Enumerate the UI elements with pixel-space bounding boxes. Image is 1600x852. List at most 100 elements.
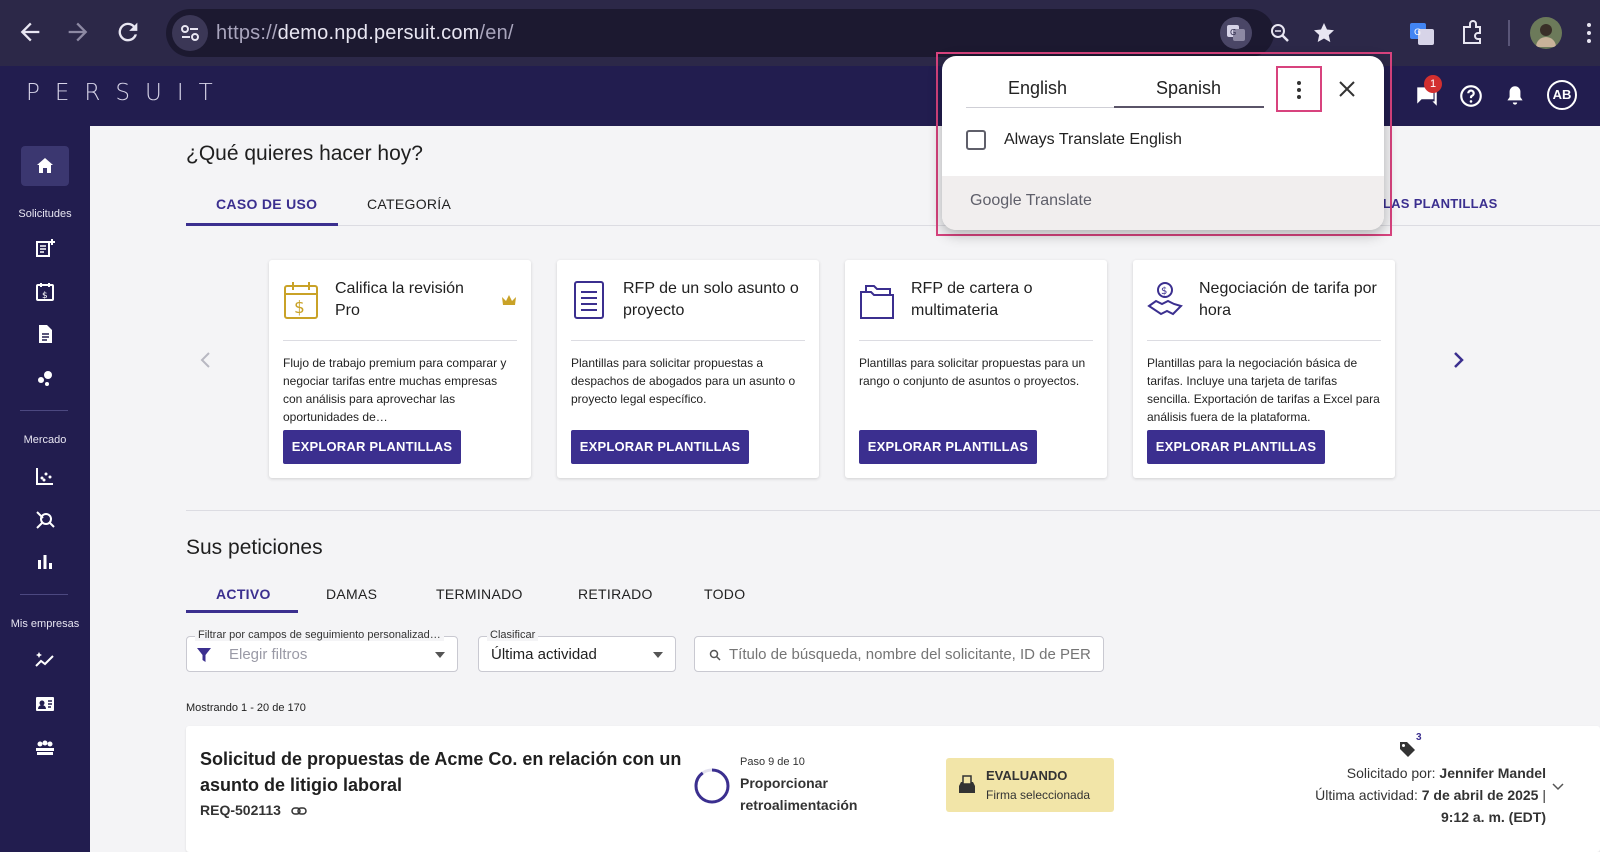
filter-select[interactable]: Filtrar por campos de seguimiento person…	[186, 629, 458, 672]
request-row[interactable]: Solicitud de propuestas de Acme Co. en r…	[186, 726, 1600, 852]
request-title[interactable]: Solicitud de propuestas de Acme Co. en r…	[200, 746, 700, 798]
handshake-money-icon: $	[1147, 282, 1183, 316]
reload-icon[interactable]	[114, 18, 142, 46]
active-language-indicator	[1114, 106, 1264, 108]
tag-icon[interactable]	[1398, 740, 1416, 758]
bell-icon[interactable]	[1502, 83, 1528, 109]
step-counter: Paso 9 de 10	[740, 756, 805, 768]
always-translate-label[interactable]: Always Translate English	[1004, 131, 1182, 149]
tab-withdrawn[interactable]: RETIRADO	[578, 586, 653, 602]
status-label: EVALUANDO	[986, 768, 1068, 783]
extensions-icon[interactable]	[1456, 17, 1488, 49]
scatter-chart-icon[interactable]	[33, 464, 57, 488]
sort-select[interactable]: Clasificar Última actividad	[478, 629, 676, 672]
url-text[interactable]: https://demo.npd.persuit.com/en/	[216, 22, 514, 45]
card-divider	[859, 340, 1093, 341]
sidebar-divider	[20, 410, 68, 411]
bar-chart-icon[interactable]	[33, 550, 57, 574]
source-language-tab[interactable]: English	[1008, 78, 1067, 99]
rate-review-icon: $	[284, 282, 318, 319]
groups-icon[interactable]	[33, 736, 57, 760]
new-request-icon[interactable]	[33, 236, 57, 260]
chevron-down-icon	[435, 652, 445, 658]
request-id: REQ-502113	[200, 802, 307, 818]
bubbles-icon[interactable]	[33, 366, 57, 390]
card-divider	[1147, 340, 1381, 341]
card-description: Plantillas para solicitar propuestas par…	[859, 356, 1086, 388]
forward-icon[interactable]	[64, 18, 92, 46]
folders-icon	[860, 285, 894, 319]
crown-icon	[502, 295, 516, 305]
card-title: Califica la revisión Pro	[335, 280, 464, 319]
translate-footer: Google Translate	[942, 176, 1384, 230]
more-options-button[interactable]	[1276, 66, 1322, 112]
google-translate-extension-icon[interactable]: G	[1406, 17, 1438, 49]
progress-ring	[694, 768, 730, 804]
help-icon[interactable]	[1458, 83, 1484, 109]
svg-text:$: $	[294, 298, 305, 318]
card-title: Negociación de tarifa por hora	[1199, 280, 1377, 319]
more-vert-icon	[1297, 81, 1301, 99]
tab-category[interactable]: CATEGORÍA	[367, 196, 451, 212]
tab-use-case[interactable]: CASO DE USO	[216, 196, 317, 212]
results-count: Mostrando 1 - 20 de 170	[186, 702, 306, 714]
tag-count: 3	[1416, 732, 1422, 743]
svg-text:$: $	[42, 291, 48, 301]
notification-badge: 1	[1424, 75, 1442, 93]
filter-icon	[197, 648, 211, 662]
sidebar-section-market: Mercado	[23, 434, 67, 446]
target-language-tab[interactable]: Spanish	[1156, 78, 1221, 99]
search-icon	[709, 649, 721, 661]
request-tabs: ACTIVO DAMAS TERMINADO RETIRADO TODO	[186, 576, 1600, 616]
carousel-next-icon[interactable]	[1446, 348, 1470, 372]
explore-templates-button[interactable]: EXPLORAR PLANTILLAS	[1147, 430, 1325, 464]
rates-calendar-icon[interactable]: $	[33, 280, 57, 304]
explore-templates-button[interactable]: EXPLORAR PLANTILLAS	[859, 430, 1037, 464]
home-icon	[37, 158, 53, 173]
search-analytics-icon[interactable]	[33, 508, 57, 532]
tab-all[interactable]: TODO	[704, 586, 745, 602]
sparkle-trend-icon[interactable]	[33, 648, 57, 672]
sidebar-section-firms: Mis empresas	[10, 618, 80, 630]
sort-label: Clasificar	[487, 629, 539, 641]
card-divider	[571, 340, 805, 341]
card-divider	[283, 340, 517, 341]
tab-damas[interactable]: DAMAS	[326, 586, 377, 602]
back-icon[interactable]	[16, 18, 44, 46]
browser-menu-icon[interactable]	[1584, 20, 1594, 46]
section-divider	[186, 510, 1600, 511]
step-name: Proporcionar retroalimentación	[740, 775, 858, 813]
tab-finished[interactable]: TERMINADO	[436, 586, 523, 602]
requests-heading: Sus peticiones	[186, 536, 323, 559]
always-translate-checkbox[interactable]	[966, 130, 986, 150]
toolbar-divider	[1508, 20, 1510, 46]
template-card: $ Califica la revisión Pro Flujo de trab…	[269, 260, 531, 478]
carousel-prev-icon[interactable]	[194, 348, 218, 372]
active-tab-indicator	[186, 223, 338, 226]
ballot-icon	[959, 775, 975, 793]
tab-active[interactable]: ACTIVO	[216, 586, 271, 602]
svg-text:G: G	[1230, 28, 1236, 37]
contact-card-icon[interactable]	[33, 692, 57, 716]
site-settings-icon[interactable]	[172, 15, 208, 51]
profile-avatar-icon[interactable]	[1530, 17, 1562, 49]
user-avatar[interactable]: AB	[1547, 80, 1577, 110]
address-bar[interactable]: https://demo.npd.persuit.com/en/ G	[166, 9, 1334, 57]
bookmark-star-icon[interactable]	[1308, 17, 1340, 49]
zoom-icon[interactable]	[1264, 17, 1296, 49]
sidebar-item-home[interactable]	[21, 146, 69, 186]
document-icon[interactable]	[33, 322, 57, 346]
page-title: ¿Qué quieres hacer hoy?	[186, 142, 423, 165]
translate-page-icon[interactable]: G	[1220, 17, 1252, 49]
persuit-logo[interactable]: PERSUIT	[26, 80, 228, 106]
google-translate-brand: Google Translate	[970, 192, 1092, 209]
search-field[interactable]	[694, 636, 1104, 672]
explore-templates-button[interactable]: EXPLORAR PLANTILLAS	[571, 430, 749, 464]
explore-templates-button[interactable]: EXPLORAR PLANTILLAS	[283, 430, 461, 464]
search-input[interactable]	[729, 643, 1091, 665]
card-description: Plantillas para solicitar propuestas a d…	[571, 356, 796, 406]
link-icon[interactable]	[291, 806, 307, 816]
card-description: Plantillas para la negociación básica de…	[1147, 356, 1380, 424]
chevron-down-icon[interactable]	[1550, 778, 1566, 794]
close-icon[interactable]	[1336, 78, 1358, 100]
